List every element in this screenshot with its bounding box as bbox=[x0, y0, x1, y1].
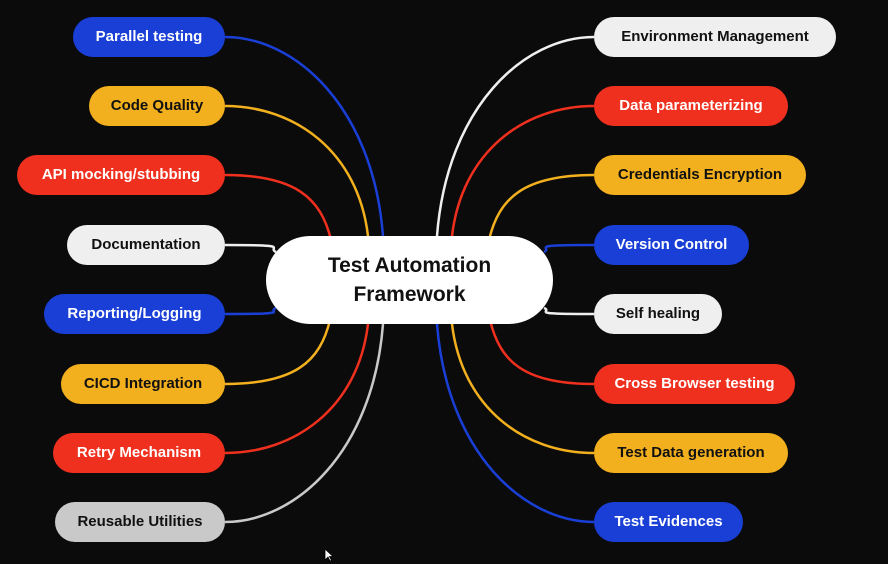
connector-left-4 bbox=[224, 306, 277, 316]
central-node-title-line2: Framework bbox=[353, 283, 466, 306]
node-documentation[interactable]: Documentation bbox=[67, 225, 225, 265]
node-version-control[interactable]: Version Control bbox=[594, 225, 749, 265]
connector-left-7 bbox=[224, 323, 385, 524]
node-environment-management[interactable]: Environment Management bbox=[594, 17, 836, 57]
central-node[interactable]: Test Automation Framework bbox=[266, 236, 553, 324]
connector-right-1 bbox=[450, 104, 595, 237]
connector-left-3 bbox=[224, 243, 277, 254]
connector-right-7 bbox=[435, 323, 595, 524]
node-data-parameterizing[interactable]: Data parameterizing bbox=[594, 86, 788, 126]
connector-left-0 bbox=[224, 35, 385, 237]
connector-left-5 bbox=[224, 319, 332, 386]
node-self-healing[interactable]: Self healing bbox=[594, 294, 722, 334]
connector-right-2 bbox=[487, 173, 595, 241]
node-test-evidences[interactable]: Test Evidences bbox=[594, 502, 743, 542]
node-reusable-utilities[interactable]: Reusable Utilities bbox=[55, 502, 225, 542]
central-node-title-line1: Test Automation bbox=[327, 254, 492, 277]
connector-right-6 bbox=[450, 323, 595, 455]
node-reporting-logging[interactable]: Reporting/Logging bbox=[44, 294, 225, 334]
node-code-quality[interactable]: Code Quality bbox=[89, 86, 225, 126]
node-test-data-generation[interactable]: Test Data generation bbox=[594, 433, 788, 473]
node-credentials-encryption[interactable]: Credentials Encryption bbox=[594, 155, 806, 195]
connector-left-6 bbox=[224, 323, 370, 455]
node-api-mocking-stubbing[interactable]: API mocking/stubbing bbox=[17, 155, 225, 195]
node-parallel-testing[interactable]: Parallel testing bbox=[73, 17, 225, 57]
mouse-cursor-icon bbox=[324, 548, 334, 562]
connector-left-1 bbox=[224, 104, 370, 237]
node-cicd-integration[interactable]: CICD Integration bbox=[61, 364, 225, 404]
connector-right-3 bbox=[543, 243, 595, 254]
connector-left-2 bbox=[224, 173, 333, 241]
node-cross-browser-testing[interactable]: Cross Browser testing bbox=[594, 364, 795, 404]
connector-right-0 bbox=[435, 35, 595, 237]
node-retry-mechanism[interactable]: Retry Mechanism bbox=[53, 433, 225, 473]
connector-right-5 bbox=[488, 319, 595, 386]
connector-right-4 bbox=[543, 306, 595, 316]
